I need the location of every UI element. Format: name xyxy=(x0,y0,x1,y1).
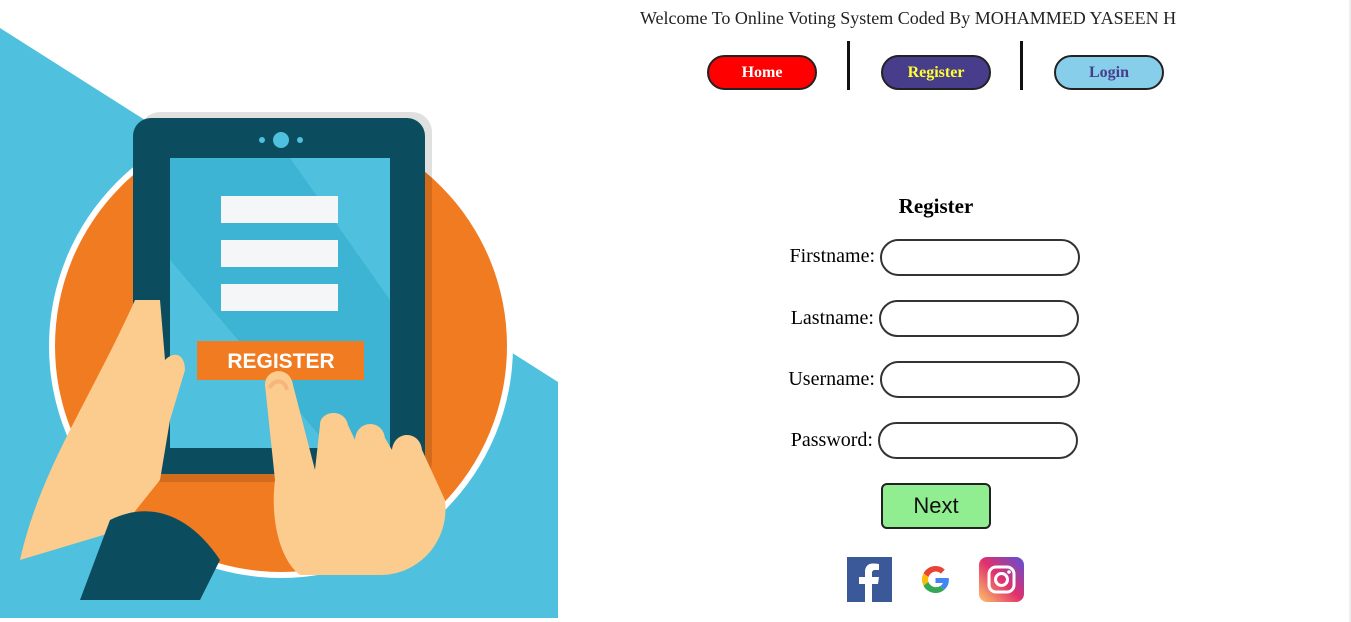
instagram-icon[interactable] xyxy=(979,557,1024,602)
google-icon[interactable] xyxy=(913,557,958,602)
lastname-label: Lastname: xyxy=(790,307,874,329)
password-label: Password: xyxy=(790,429,873,451)
next-button[interactable]: Next xyxy=(881,483,991,529)
firstname-label: Firstname: xyxy=(789,245,875,267)
nav-divider xyxy=(1020,41,1023,90)
username-label: Username: xyxy=(788,368,875,390)
firstname-field[interactable] xyxy=(880,239,1080,276)
nav-divider xyxy=(847,41,850,90)
username-field[interactable] xyxy=(880,361,1080,398)
home-button[interactable]: Home xyxy=(707,55,817,90)
welcome-text: Welcome To Online Voting System Coded By… xyxy=(639,8,1177,28)
facebook-icon[interactable] xyxy=(847,557,892,602)
hero-illustration: REGISTER xyxy=(0,0,558,618)
register-tablet-illustration: REGISTER xyxy=(0,28,558,618)
register-nav-button[interactable]: Register xyxy=(881,55,991,90)
lastname-field[interactable] xyxy=(879,300,1079,337)
register-badge-text: REGISTER xyxy=(227,350,334,373)
password-field[interactable] xyxy=(878,422,1078,459)
login-button[interactable]: Login xyxy=(1054,55,1164,90)
form-title: Register xyxy=(898,194,974,218)
